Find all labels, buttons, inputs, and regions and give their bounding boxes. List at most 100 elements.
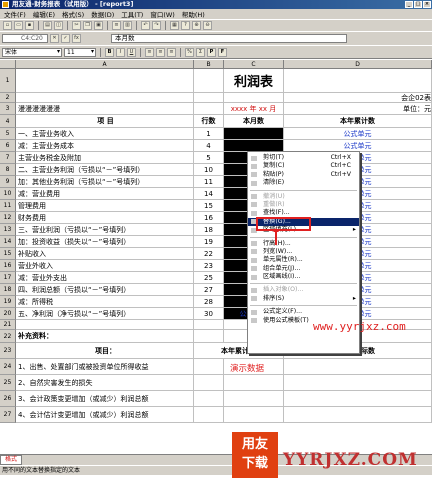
cell-b[interactable]: 10 <box>194 164 224 175</box>
cell-b[interactable] <box>194 320 224 329</box>
row-header[interactable]: 1 <box>0 69 16 93</box>
cell-a[interactable]: 项目： <box>16 343 194 358</box>
menu-edit[interactable]: 编辑(E) <box>33 9 55 19</box>
column-header-b[interactable]: B <box>194 60 224 69</box>
cell-b[interactable]: 27 <box>194 284 224 295</box>
cell-b[interactable]: 1 <box>194 128 224 139</box>
cell-b[interactable]: 19 <box>194 236 224 247</box>
row-header[interactable]: 19 <box>0 296 16 308</box>
cell-d[interactable] <box>284 391 432 406</box>
pivot-button[interactable]: P <box>207 47 216 57</box>
context-menu-item[interactable]: 粘贴(P) Ctrl+V <box>248 171 359 179</box>
cell-b[interactable] <box>194 103 224 114</box>
zoom-out-icon[interactable]: ⊖ <box>203 21 212 30</box>
cell-a[interactable]: 主营业务税金及附加 <box>16 152 194 163</box>
align-left-icon[interactable]: ≡ <box>145 47 154 57</box>
row-header[interactable]: 25 <box>0 375 16 391</box>
cell-b[interactable]: 25 <box>194 272 224 283</box>
cell-c[interactable] <box>224 93 284 102</box>
cell-a[interactable]: 减：营业费用 <box>16 188 194 199</box>
minimize-icon[interactable]: _ <box>405 1 413 8</box>
cell-b[interactable]: 23 <box>194 260 224 271</box>
context-menu-item[interactable]: 行高(H)... <box>248 240 359 248</box>
cell-b[interactable] <box>194 375 224 390</box>
column-header-c[interactable]: C <box>224 60 284 69</box>
confirm-formula-icon[interactable]: ✓ <box>61 34 70 43</box>
underline-button[interactable]: U <box>127 47 136 57</box>
sheet-tab-format[interactable]: 格式 <box>0 455 22 465</box>
menu-format[interactable]: 格式(S) <box>62 9 84 19</box>
cell-a[interactable]: 加：其他业务利润（亏损以“－”号填列） <box>16 176 194 187</box>
cell-a[interactable]: 3、会计政策变更增加（或减少）利润总额 <box>16 391 194 406</box>
cell-a[interactable]: 二、主营业务利润（亏损以“－”号填列） <box>16 164 194 175</box>
cell-c[interactable] <box>224 391 284 406</box>
row-header[interactable]: 4 <box>0 115 16 128</box>
cell-b[interactable]: 4 <box>194 140 224 151</box>
row-header[interactable]: 5 <box>0 128 16 140</box>
row-header[interactable]: 7 <box>0 152 16 164</box>
sum-button[interactable]: Σ <box>196 47 205 57</box>
paste-icon[interactable]: ▣ <box>94 21 103 30</box>
cell-b[interactable] <box>194 359 224 374</box>
cell-b[interactable]: 11 <box>194 176 224 187</box>
cell-b[interactable]: 14 <box>194 188 224 199</box>
font-size-select[interactable]: 11 <box>64 47 96 57</box>
cell-b[interactable]: 22 <box>194 248 224 259</box>
cell-a[interactable]: 加：投资收益（损失以“－”号填列） <box>16 236 194 247</box>
context-menu-item[interactable]: 组合单元(J)... <box>248 265 359 273</box>
italic-button[interactable]: I <box>116 47 125 57</box>
cell-d[interactable] <box>284 375 432 390</box>
cell-a[interactable] <box>16 320 194 329</box>
menu-tools[interactable]: 工具(T) <box>121 9 143 19</box>
cell-a[interactable]: 三、营业利润（亏损以“－”号填列） <box>16 224 194 235</box>
cell-c[interactable]: 本月数 <box>224 115 284 127</box>
insert-col-icon[interactable]: ▥ <box>123 21 132 30</box>
percent-button[interactable]: % <box>185 47 194 57</box>
cell-a[interactable]: 漫漫漫漫漫漫 <box>16 103 194 114</box>
maximize-icon[interactable]: □ <box>414 1 422 8</box>
cell-a[interactable]: 1、出售、处置部门或被投资单位所得收益 <box>16 359 194 374</box>
preview-icon[interactable]: ◫ <box>54 21 63 30</box>
cell-a[interactable]: 补贴收入 <box>16 248 194 259</box>
cell-c[interactable]: xxxx 年 xx 月 <box>224 103 284 114</box>
align-center-icon[interactable]: ≡ <box>156 47 165 57</box>
cell-d[interactable] <box>284 69 432 92</box>
cell-b[interactable] <box>194 391 224 406</box>
cell-a[interactable]: 补充资料： <box>16 330 194 342</box>
cell-b[interactable]: 28 <box>194 296 224 307</box>
align-right-icon[interactable]: ≡ <box>167 47 176 57</box>
redo-icon[interactable]: ↷ <box>152 21 161 30</box>
row-header[interactable]: 20 <box>0 308 16 320</box>
row-header[interactable]: 21 <box>0 320 16 330</box>
formula-input[interactable]: 本月数 <box>111 34 347 43</box>
context-menu-item[interactable]: 区域画线(I)... <box>248 273 359 281</box>
formula-button[interactable]: F <box>218 47 227 57</box>
cell-a[interactable]: 营业外收入 <box>16 260 194 271</box>
column-header-d[interactable]: D <box>284 60 432 69</box>
row-header[interactable]: 3 <box>0 103 16 115</box>
cell-a[interactable]: 五、净利润（净亏损以“－”号填列） <box>16 308 194 319</box>
save-icon[interactable]: ▪ <box>25 21 34 30</box>
row-header[interactable]: 16 <box>0 260 16 272</box>
cell-a[interactable] <box>16 69 194 92</box>
column-header-a[interactable]: A <box>16 60 194 69</box>
cell-reference[interactable]: C4:C20 <box>2 34 48 43</box>
cell-b[interactable] <box>194 407 224 422</box>
cell-b[interactable]: 30 <box>194 308 224 319</box>
cell-a[interactable]: 4、会计估计变更增加（或减少）利润总额 <box>16 407 194 422</box>
row-header[interactable]: 8 <box>0 164 16 176</box>
cut-icon[interactable]: ✂ <box>72 21 81 30</box>
context-menu-item[interactable]: 公式定义(F)... <box>248 308 359 316</box>
cell-a[interactable]: 2、自然灾害发生的损失 <box>16 375 194 390</box>
menu-help[interactable]: 帮助(H) <box>182 9 205 19</box>
row-header[interactable]: 13 <box>0 224 16 236</box>
cell-b[interactable]: 16 <box>194 212 224 223</box>
open-file-icon[interactable]: ▭ <box>14 21 23 30</box>
cell-a[interactable]: 四、利润总额（亏损以“－”号填列） <box>16 284 194 295</box>
cell-b[interactable]: 18 <box>194 224 224 235</box>
row-header[interactable]: 11 <box>0 200 16 212</box>
row-header[interactable]: 18 <box>0 284 16 296</box>
cell-b[interactable]: 5 <box>194 152 224 163</box>
cell-d[interactable] <box>284 407 432 422</box>
cell-c[interactable]: 利润表 <box>224 69 284 92</box>
